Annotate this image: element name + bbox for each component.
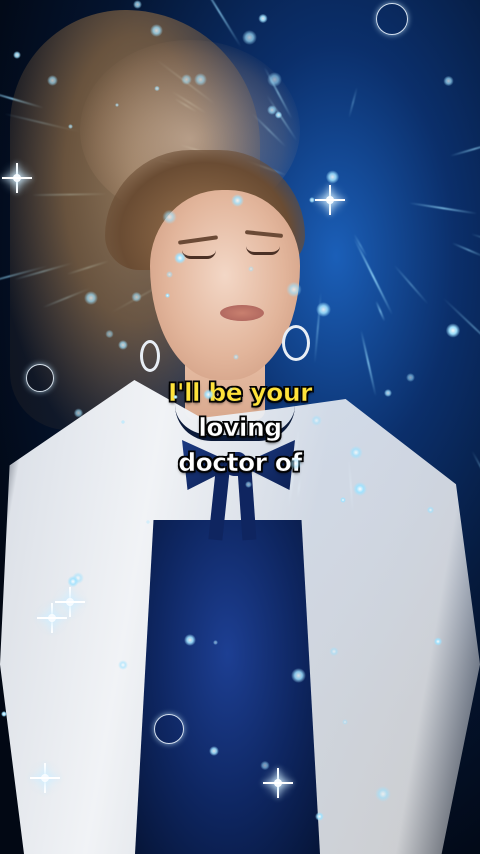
- glow-sparkle: [208, 745, 219, 756]
- glow-sparkle: [309, 196, 316, 203]
- glow-sparkle: [183, 634, 196, 647]
- glow-sparkle: [375, 786, 391, 802]
- light-streak: [409, 202, 479, 215]
- sparkle-star-icon: [33, 766, 57, 790]
- glow-sparkle: [352, 481, 368, 496]
- glow-sparkle: [315, 301, 331, 317]
- glow-sparkle: [1, 711, 8, 718]
- glow-sparkle: [267, 71, 282, 87]
- caption-line-1: I'll be your: [168, 378, 313, 408]
- glow-sparkle: [83, 290, 98, 305]
- sparkle-star-icon: [60, 592, 80, 612]
- glow-sparkle: [131, 291, 142, 302]
- glow-sparkle: [118, 660, 128, 670]
- glow-sparkle: [258, 14, 268, 24]
- glow-sparkle: [174, 252, 186, 264]
- glow-sparkle: [445, 323, 461, 338]
- glow-sparkle: [325, 170, 340, 184]
- left-eye: [182, 250, 216, 259]
- sparkle-star-icon: [6, 167, 28, 189]
- bubble-ring: [154, 714, 184, 744]
- blue-top: [135, 520, 320, 854]
- glow-sparkle: [67, 124, 73, 130]
- sparkle-star-icon: [323, 193, 337, 207]
- caption-line-2: loving: [198, 413, 282, 443]
- right-eye: [246, 246, 280, 255]
- glow-sparkle: [104, 329, 114, 339]
- sparkle-star-icon: [271, 776, 285, 790]
- glow-sparkle: [180, 73, 192, 85]
- glow-sparkle: [67, 575, 79, 588]
- glow-sparkle: [233, 354, 239, 360]
- glow-sparkle: [46, 74, 59, 87]
- glow-sparkle: [342, 719, 348, 725]
- glow-sparkle: [426, 506, 435, 514]
- earring-left: [140, 340, 160, 372]
- glow-sparkle: [329, 647, 339, 657]
- earring-right: [282, 325, 310, 361]
- lips: [220, 305, 264, 321]
- glow-sparkle: [310, 415, 322, 427]
- light-streak: [393, 264, 430, 305]
- glow-sparkle: [161, 209, 177, 225]
- caption-line-3: doctor of: [178, 448, 303, 478]
- glow-sparkle: [117, 339, 128, 350]
- light-streak: [449, 141, 480, 158]
- glow-sparkle: [133, 0, 143, 9]
- glow-sparkle: [383, 388, 392, 397]
- light-streak: [375, 300, 386, 322]
- light-streak: [451, 241, 480, 258]
- glow-sparkle: [433, 637, 443, 646]
- glow-sparkle: [443, 75, 454, 86]
- bubble-ring: [376, 3, 408, 35]
- glow-sparkle: [12, 51, 21, 60]
- glow-sparkle: [260, 760, 270, 771]
- glow-sparkle: [241, 29, 258, 46]
- light-streak: [352, 237, 393, 316]
- video-frame[interactable]: I'll be your loving doctor of: [0, 0, 480, 854]
- glow-sparkle: [73, 408, 84, 418]
- glow-sparkle: [291, 667, 307, 683]
- glow-sparkle: [340, 497, 346, 503]
- glow-sparkle: [173, 394, 179, 400]
- glow-sparkle: [286, 281, 302, 298]
- glow-sparkle: [165, 293, 170, 298]
- light-streak: [348, 87, 358, 119]
